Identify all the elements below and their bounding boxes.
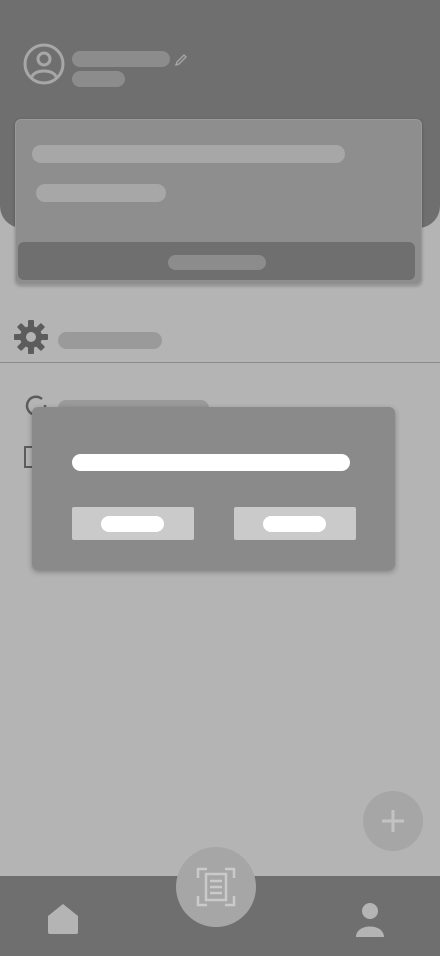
confirm-dialog bbox=[32, 407, 395, 570]
person-icon[interactable] bbox=[354, 901, 386, 937]
plus-icon bbox=[382, 810, 404, 832]
dialog-cancel-button[interactable] bbox=[72, 507, 194, 540]
card-subtitle-placeholder bbox=[36, 184, 166, 202]
user-circle-icon[interactable] bbox=[22, 42, 66, 86]
dialog-confirm-button[interactable] bbox=[234, 507, 356, 540]
cancel-label-placeholder bbox=[101, 516, 164, 532]
gear-icon[interactable] bbox=[13, 319, 49, 355]
user-subtitle-placeholder bbox=[72, 71, 125, 87]
add-button[interactable] bbox=[363, 791, 423, 851]
pencil-icon[interactable] bbox=[174, 53, 188, 67]
scan-document-icon bbox=[196, 867, 236, 907]
settings-label-placeholder[interactable] bbox=[58, 332, 162, 349]
dialog-message-placeholder bbox=[72, 454, 350, 471]
summary-card bbox=[15, 119, 422, 285]
card-title-placeholder bbox=[32, 145, 345, 163]
user-name-placeholder bbox=[72, 51, 170, 67]
divider bbox=[0, 362, 440, 363]
card-action-label-placeholder bbox=[168, 255, 266, 270]
confirm-label-placeholder bbox=[263, 516, 326, 532]
scan-button[interactable] bbox=[176, 847, 256, 927]
card-action-button[interactable] bbox=[18, 242, 415, 280]
home-icon[interactable] bbox=[46, 901, 80, 935]
